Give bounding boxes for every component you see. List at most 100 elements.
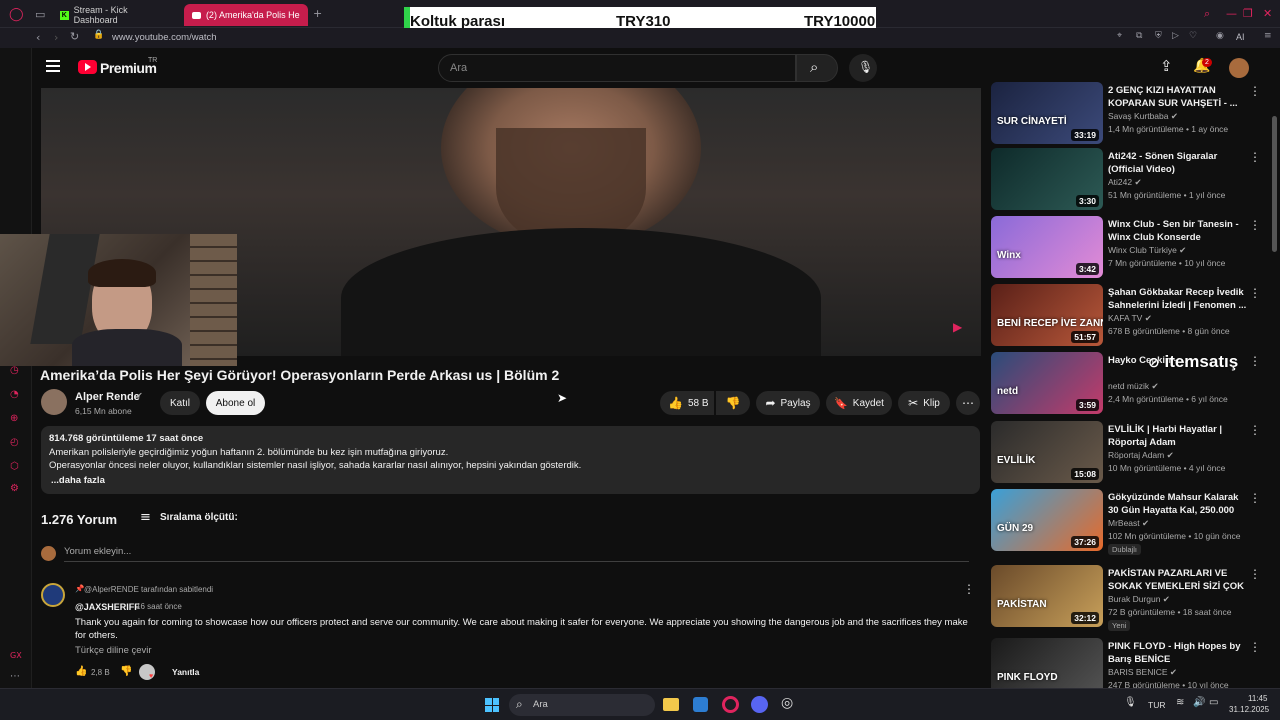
upload-icon[interactable]: ⇪	[1160, 59, 1173, 74]
vpn-icon[interactable]: ⊕	[10, 414, 18, 424]
video-thumbnail[interactable]: SUR CİNAYETİ 33:19	[991, 82, 1103, 144]
play-icon[interactable]: ▷	[1172, 32, 1179, 41]
store-icon[interactable]	[693, 697, 708, 712]
recommended-video-title[interactable]: 2 GENÇ KIZI HAYATTAN KOPARAN SUR VAHŞETİ…	[1108, 84, 1248, 110]
comment-author-avatar[interactable]	[41, 583, 65, 607]
wifi-icon[interactable]: ≋	[1176, 698, 1184, 708]
clock-date[interactable]: 31.12.2025	[1229, 705, 1269, 714]
subscribe-button[interactable]: Abone ol	[206, 391, 265, 415]
discord-icon[interactable]	[751, 696, 768, 713]
recommended-channel[interactable]: Savaş Kurtbaba ✔	[1108, 111, 1178, 122]
channel-watermark-icon[interactable]: ▶	[953, 320, 962, 334]
recommended-video-title[interactable]: Ati242 - Sönen Sigaralar (Official Video…	[1108, 150, 1248, 176]
video-thumbnail[interactable]: GÜN 29 37:26	[991, 489, 1103, 551]
opera-logo-icon[interactable]: ◯	[9, 8, 24, 21]
recommended-video[interactable]: Winx 3:42 Winx Club - Sen bir Tanesin - Wi…	[991, 216, 1271, 278]
like-button[interactable]: 👍 58 B	[660, 391, 714, 415]
maximize-icon[interactable]: ❐	[1243, 8, 1253, 19]
recommended-video-title[interactable]: PINK FLOYD - High Hopes by Barış BENİCE	[1108, 640, 1248, 666]
youtube-logo-icon[interactable]	[78, 60, 97, 74]
channel-avatar[interactable]	[41, 389, 67, 415]
recommended-video[interactable]: PAKİSTAN 32:12 PAKİSTAN PAZARLARI VE SOKAK…	[991, 565, 1271, 631]
translate-link[interactable]: Türkçe diline çevir	[75, 645, 152, 656]
recommended-channel[interactable]: Röportaj Adam ✔	[1108, 450, 1174, 461]
clock-icon[interactable]: ◴	[10, 438, 19, 448]
battery-icon[interactable]: ▭	[1209, 698, 1218, 708]
obs-icon[interactable]: ◎	[781, 696, 793, 710]
tab-youtube-video[interactable]: (2) Amerika'da Polis Her Ş	[184, 4, 308, 26]
hamburger-menu-icon[interactable]	[46, 60, 60, 72]
more-vertical-icon[interactable]: ⋮	[1249, 150, 1261, 164]
recommended-video-title[interactable]: EVLİLİK | Harbi Hayatlar | Röportaj Adam	[1108, 423, 1248, 449]
more-vertical-icon[interactable]: ⋮	[1249, 354, 1261, 368]
voice-search-button[interactable]: 🎙	[849, 54, 877, 82]
more-vertical-icon[interactable]: ⋮	[1249, 491, 1261, 505]
taskbar-search[interactable]: ⌕ Ara	[509, 694, 655, 716]
show-more-link[interactable]: ...daha fazla	[49, 474, 972, 488]
tab-kick-dashboard[interactable]: K Stream - Kick Dashboard	[52, 4, 178, 26]
comment-dislike-icon[interactable]: 👎	[120, 667, 132, 677]
file-explorer-icon[interactable]	[663, 698, 679, 711]
more-icon[interactable]: ⋯	[10, 672, 20, 682]
add-comment-input[interactable]: Yorum ekleyin...	[64, 545, 969, 562]
extensions-icon[interactable]: ⬡	[10, 462, 19, 472]
channel-name[interactable]: Alper Rende	[75, 391, 140, 403]
search-icon[interactable]: ⌕	[1204, 8, 1210, 19]
back-icon[interactable]: ‹	[36, 32, 40, 43]
sort-button[interactable]: Sıralama ölçütü:	[160, 512, 238, 523]
player-icon[interactable]: ◷	[10, 366, 19, 376]
search-input[interactable]: Ara	[438, 54, 796, 82]
snapshot-icon[interactable]: ⧉	[1136, 32, 1142, 41]
video-thumbnail[interactable]: PAKİSTAN 32:12	[991, 565, 1103, 627]
more-vertical-icon[interactable]: ⋮	[1249, 218, 1261, 232]
recommended-channel[interactable]: MrBeast ✔	[1108, 518, 1149, 529]
video-thumbnail[interactable]: EVLİLİK 15:08	[991, 421, 1103, 483]
url-field[interactable]: www.youtube.com/watch	[112, 32, 217, 43]
video-thumbnail[interactable]: 3:30	[991, 148, 1103, 210]
recommended-video[interactable]: 3:30 Ati242 - Sönen Sigaralar (Official V…	[991, 148, 1271, 210]
sort-icon[interactable]: ≡	[140, 511, 151, 524]
start-menu-icon[interactable]	[485, 698, 499, 712]
pin-icon[interactable]: ⌖	[1117, 32, 1122, 41]
save-button[interactable]: 🔖 Kaydet	[826, 391, 892, 415]
language-indicator[interactable]: TUR	[1148, 700, 1165, 710]
minimize-icon[interactable]: —	[1226, 8, 1237, 19]
settings-icon[interactable]: ⚙	[10, 484, 19, 494]
recommended-video[interactable]: GÜN 29 37:26 Gökyüzünde Mahsur Kalarak 30 …	[991, 489, 1271, 555]
more-actions-button[interactable]: ⋯	[956, 391, 980, 415]
recommended-channel[interactable]: Burak Durgun ✔	[1108, 594, 1170, 605]
history-icon[interactable]: ◔	[10, 390, 19, 400]
join-button[interactable]: Katıl	[160, 391, 200, 415]
forward-icon[interactable]: ›	[54, 32, 58, 43]
more-vertical-icon[interactable]: ⋮	[1249, 640, 1261, 654]
search-button[interactable]: ⌕	[796, 54, 838, 82]
gx-icon[interactable]: GX	[10, 652, 22, 660]
recommended-video-title[interactable]: Şahan Gökbakar Recep İvedik Sahnelerini …	[1108, 286, 1248, 312]
account-icon[interactable]: ◉	[1216, 32, 1224, 41]
clip-button[interactable]: ✂ Klip	[898, 391, 950, 415]
video-thumbnail[interactable]: BENİ RECEP İVE ZANNEDİYORL 51:57	[991, 284, 1103, 346]
more-vertical-icon[interactable]: ⋮	[1249, 423, 1261, 437]
menu-icon[interactable]: ≡	[1264, 32, 1272, 41]
comment-like-icon[interactable]: 👍	[75, 667, 87, 677]
more-vertical-icon[interactable]: ⋮	[1249, 567, 1261, 581]
recommended-channel[interactable]: BARIS BENICE ✔	[1108, 667, 1177, 678]
comment-menu-icon[interactable]: ⋮	[963, 583, 975, 595]
sidebar-scrollbar[interactable]	[1272, 116, 1277, 252]
reply-button[interactable]: Yanıtla	[172, 667, 199, 677]
heart-icon[interactable]: ♡	[1189, 32, 1197, 41]
ai-button[interactable]: AI	[1236, 32, 1245, 42]
dislike-button[interactable]: 👎	[716, 391, 750, 415]
video-thumbnail[interactable]: Winx 3:42	[991, 216, 1103, 278]
mic-tray-icon[interactable]: 🎙	[1124, 698, 1137, 708]
clock-time[interactable]: 11:45	[1248, 694, 1267, 703]
video-thumbnail[interactable]: netd 3:59	[991, 352, 1103, 414]
recommended-video-title[interactable]: Gökyüzünde Mahsur Kalarak 30 Gün Hayatta…	[1108, 491, 1248, 517]
close-icon[interactable]: ✕	[1263, 8, 1272, 19]
recommended-video-title[interactable]: Winx Club - Sen bir Tanesin - Winx Club …	[1108, 218, 1248, 244]
more-vertical-icon[interactable]: ⋮	[1249, 286, 1261, 300]
recommended-video[interactable]: BENİ RECEP İVE ZANNEDİYORL 51:57 Şahan Gök…	[991, 284, 1271, 346]
description-box[interactable]: 814.768 görüntüleme 17 saat önce Amerika…	[41, 426, 980, 494]
share-button[interactable]: ➦ Paylaş	[756, 391, 820, 415]
shield-icon[interactable]: ⛨	[1155, 32, 1162, 41]
